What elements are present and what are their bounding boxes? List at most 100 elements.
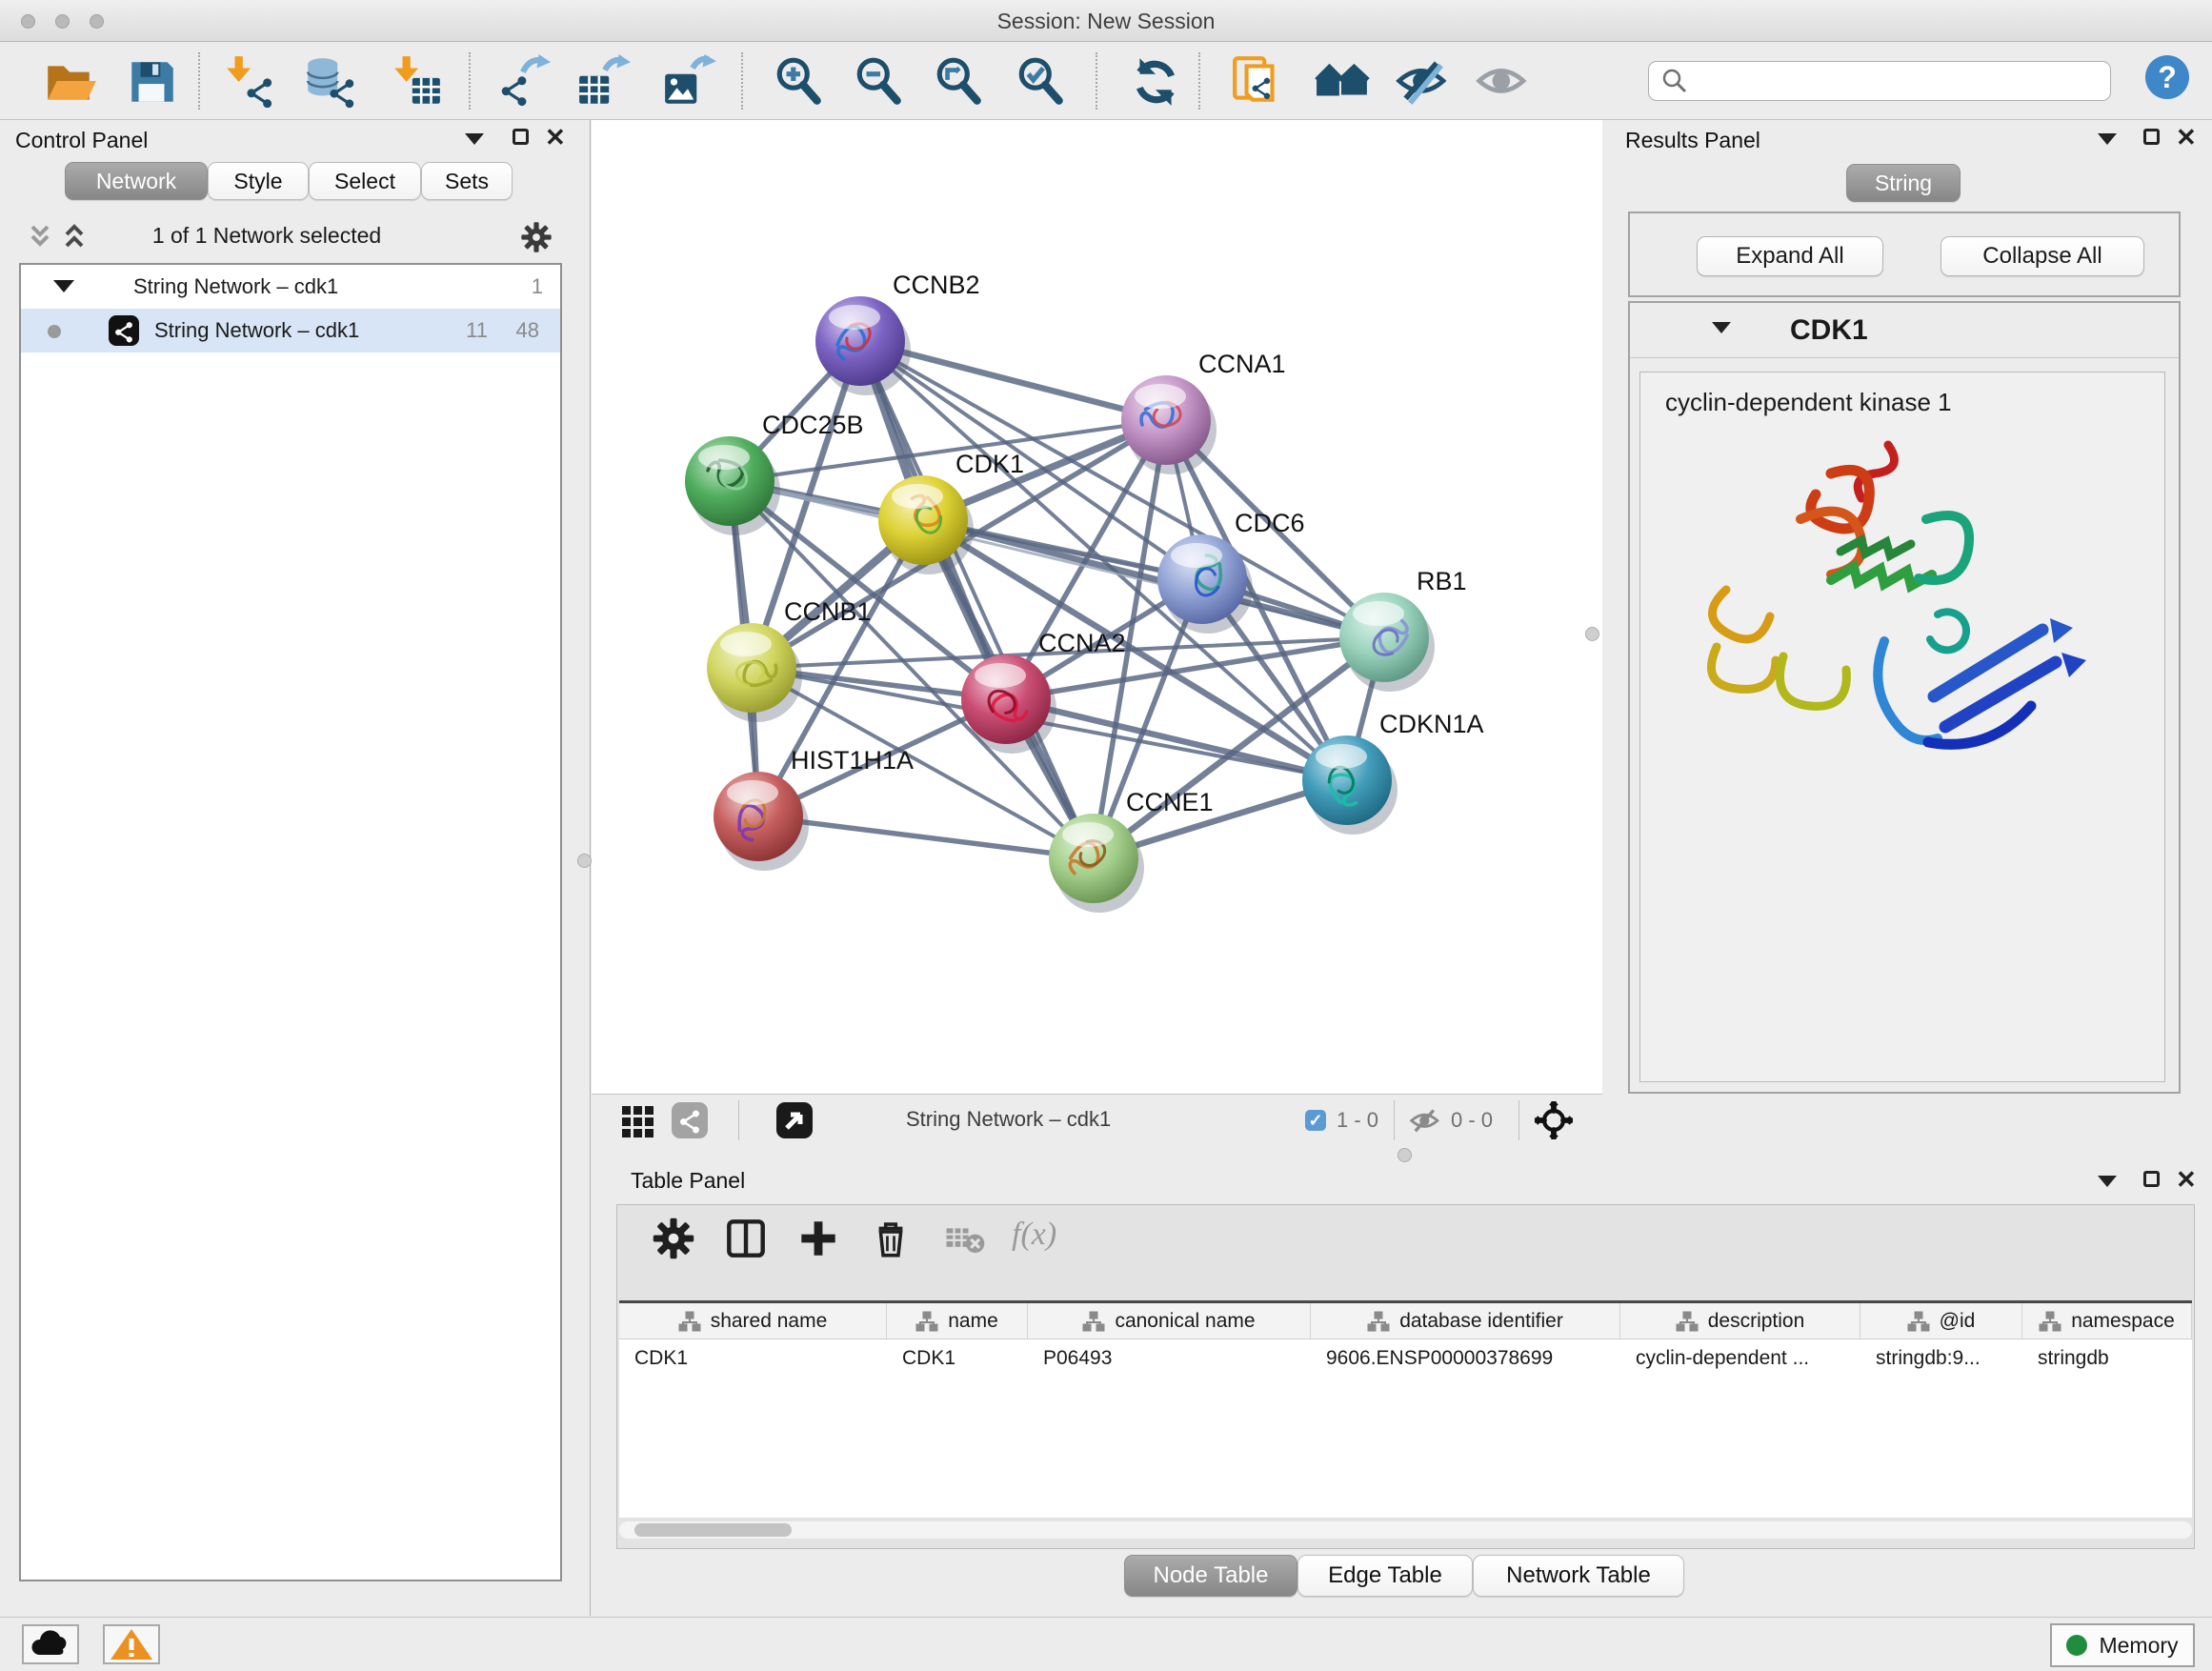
node-RB1[interactable]: RB1 [1339, 567, 1467, 692]
panel-close-icon[interactable]: ✕ [545, 126, 566, 149]
eye-button[interactable] [1475, 54, 1530, 110]
table-cell[interactable]: stringdb [2022, 1339, 2192, 1379]
save-session-button[interactable] [124, 54, 179, 110]
tab-style[interactable]: Style [208, 162, 309, 200]
table-cell[interactable]: CDK1 [619, 1339, 887, 1379]
table-cell[interactable]: P06493 [1028, 1339, 1311, 1379]
column-header-shared-name[interactable]: shared name [619, 1303, 887, 1339]
panel-close-icon[interactable]: ✕ [2176, 1168, 2197, 1191]
delete-column-icon[interactable] [869, 1217, 913, 1260]
hidden-items-eye-slash-icon[interactable] [1409, 1105, 1441, 1137]
column-header-name[interactable]: name [887, 1303, 1028, 1339]
tab-select[interactable]: Select [309, 162, 421, 200]
table-panel-title: Table Panel [631, 1168, 745, 1194]
help-button[interactable]: ? [2145, 55, 2189, 99]
expand-all-button[interactable]: Expand All [1697, 236, 1883, 276]
tab-network[interactable]: Network [65, 162, 208, 200]
table-cell[interactable]: cyclin-dependent ... [1620, 1339, 1860, 1379]
refresh-view-button[interactable] [1128, 54, 1183, 110]
network-from-selection-icon [1231, 54, 1286, 110]
network-view[interactable]: CCNB2CCNA1CDC25BCDK1CDC6RB1CCNB1CCNA2CDK… [592, 120, 1602, 1094]
network-options-gear-icon[interactable] [520, 221, 553, 253]
function-builder-icon[interactable]: f(x) [1012, 1217, 1056, 1253]
open-file-button[interactable] [42, 54, 97, 110]
node-HIST1H1A[interactable]: HIST1H1A [714, 746, 914, 871]
table-panel-body: f(x) shared namenamecanonical namedataba… [616, 1204, 2195, 1549]
import-network-icon [221, 54, 276, 110]
panel-menu-icon[interactable] [2098, 1176, 2117, 1187]
tab-edge-table[interactable]: Edge Table [1297, 1555, 1473, 1597]
tab-network-table[interactable]: Network Table [1473, 1555, 1684, 1597]
network-row[interactable]: String Network – cdk1 11 48 [21, 309, 560, 352]
pan-crosshair-icon[interactable] [1535, 1101, 1573, 1139]
column-header-database-identifier[interactable]: database identifier [1311, 1303, 1620, 1339]
import-network-from-database-button[interactable] [303, 54, 358, 110]
search-input[interactable] [1697, 68, 2110, 94]
network-share-badge-icon[interactable] [672, 1102, 708, 1138]
open-in-new-window-icon[interactable] [776, 1102, 813, 1138]
entry-collapse-arrow[interactable] [1712, 322, 1731, 333]
tab-string[interactable]: String [1846, 164, 1961, 202]
column-header-description[interactable]: description [1620, 1303, 1860, 1339]
first-neighbors-button[interactable] [1315, 54, 1370, 110]
column-header--id[interactable]: @id [1860, 1303, 2022, 1339]
panel-menu-icon[interactable] [2098, 133, 2117, 145]
tab-node-table[interactable]: Node Table [1124, 1555, 1297, 1597]
node-CDKN1A[interactable]: CDKN1A [1302, 710, 1484, 835]
node-CDC6[interactable]: CDC6 [1157, 509, 1305, 634]
table-row[interactable]: CDK1CDK1P064939606.ENSP00000378699cyclin… [619, 1339, 2192, 1379]
export-network-button[interactable] [495, 54, 551, 110]
zoom-out-button[interactable] [852, 54, 907, 110]
add-column-icon[interactable] [796, 1217, 840, 1260]
collapse-all-button[interactable]: Collapse All [1941, 236, 2144, 276]
warning-icon [105, 1626, 158, 1662]
show-columns-icon[interactable] [724, 1217, 768, 1260]
selected-items-checkbox[interactable]: ✓ [1305, 1110, 1326, 1131]
zoom-selected-button[interactable] [1014, 54, 1069, 110]
import-network-from-file-button[interactable] [221, 54, 276, 110]
memory-button[interactable]: Memory [2050, 1623, 2195, 1667]
table-horizontal-scrollbar[interactable] [619, 1521, 2192, 1539]
node-CCNB2[interactable]: CCNB2 [815, 271, 980, 395]
left-splitter-handle[interactable] [577, 854, 592, 868]
search-field[interactable] [1648, 61, 2111, 101]
table-cell[interactable]: stringdb:9... [1860, 1339, 2022, 1379]
column-type-icon [678, 1311, 701, 1332]
cloud-status-button[interactable] [22, 1624, 79, 1664]
control-panel-title: Control Panel [15, 128, 148, 153]
table-cell[interactable]: 9606.ENSP00000378699 [1311, 1339, 1620, 1379]
column-header-canonical-name[interactable]: canonical name [1028, 1303, 1311, 1339]
export-image-button[interactable] [661, 54, 716, 110]
panel-float-icon[interactable] [2143, 1171, 2160, 1187]
table-cell[interactable]: CDK1 [887, 1339, 1028, 1379]
edge-CDK1-RB1[interactable] [923, 520, 1384, 637]
tab-sets[interactable]: Sets [421, 162, 513, 200]
panel-float-icon[interactable] [2143, 129, 2160, 145]
export-table-button[interactable] [575, 54, 631, 110]
birdseye-grid-icon[interactable] [620, 1104, 655, 1139]
node-CCNA1[interactable]: CCNA1 [1121, 350, 1286, 474]
node-CCNE1[interactable]: CCNE1 [1049, 788, 1214, 913]
panel-close-icon[interactable]: ✕ [2176, 126, 2197, 149]
network-collection-row[interactable]: String Network – cdk1 1 [21, 265, 560, 309]
create-network-from-selection-button[interactable] [1231, 54, 1286, 110]
network-graph[interactable]: CCNB2CCNA1CDC25BCDK1CDC6RB1CCNB1CCNA2CDK… [592, 120, 1602, 1094]
zoom-fit-button[interactable] [932, 54, 987, 110]
import-table-from-file-button[interactable] [389, 54, 444, 110]
panel-menu-icon[interactable] [465, 133, 484, 145]
scrollbar-thumb[interactable] [634, 1523, 792, 1537]
network-view-toolbar: String Network – cdk1 ✓ 1 - 0 0 - 0 [592, 1094, 1602, 1145]
table-options-gear-icon[interactable] [652, 1217, 695, 1260]
warnings-button[interactable] [103, 1624, 160, 1664]
delete-table-icon[interactable] [943, 1217, 987, 1260]
node-CDK1[interactable]: CDK1 [878, 450, 1024, 574]
network-selection-status: 1 of 1 Network selected [0, 223, 533, 249]
open-folder-icon [42, 54, 97, 110]
entry-header[interactable]: CDK1 [1630, 303, 2179, 358]
show-hide-button[interactable] [1395, 54, 1450, 110]
zoom-in-button[interactable] [772, 54, 827, 110]
collection-expand-arrow[interactable] [53, 280, 74, 292]
column-header-namespace[interactable]: namespace [2022, 1303, 2192, 1339]
right-splitter-handle[interactable] [1585, 627, 1599, 641]
panel-float-icon[interactable] [513, 129, 529, 145]
